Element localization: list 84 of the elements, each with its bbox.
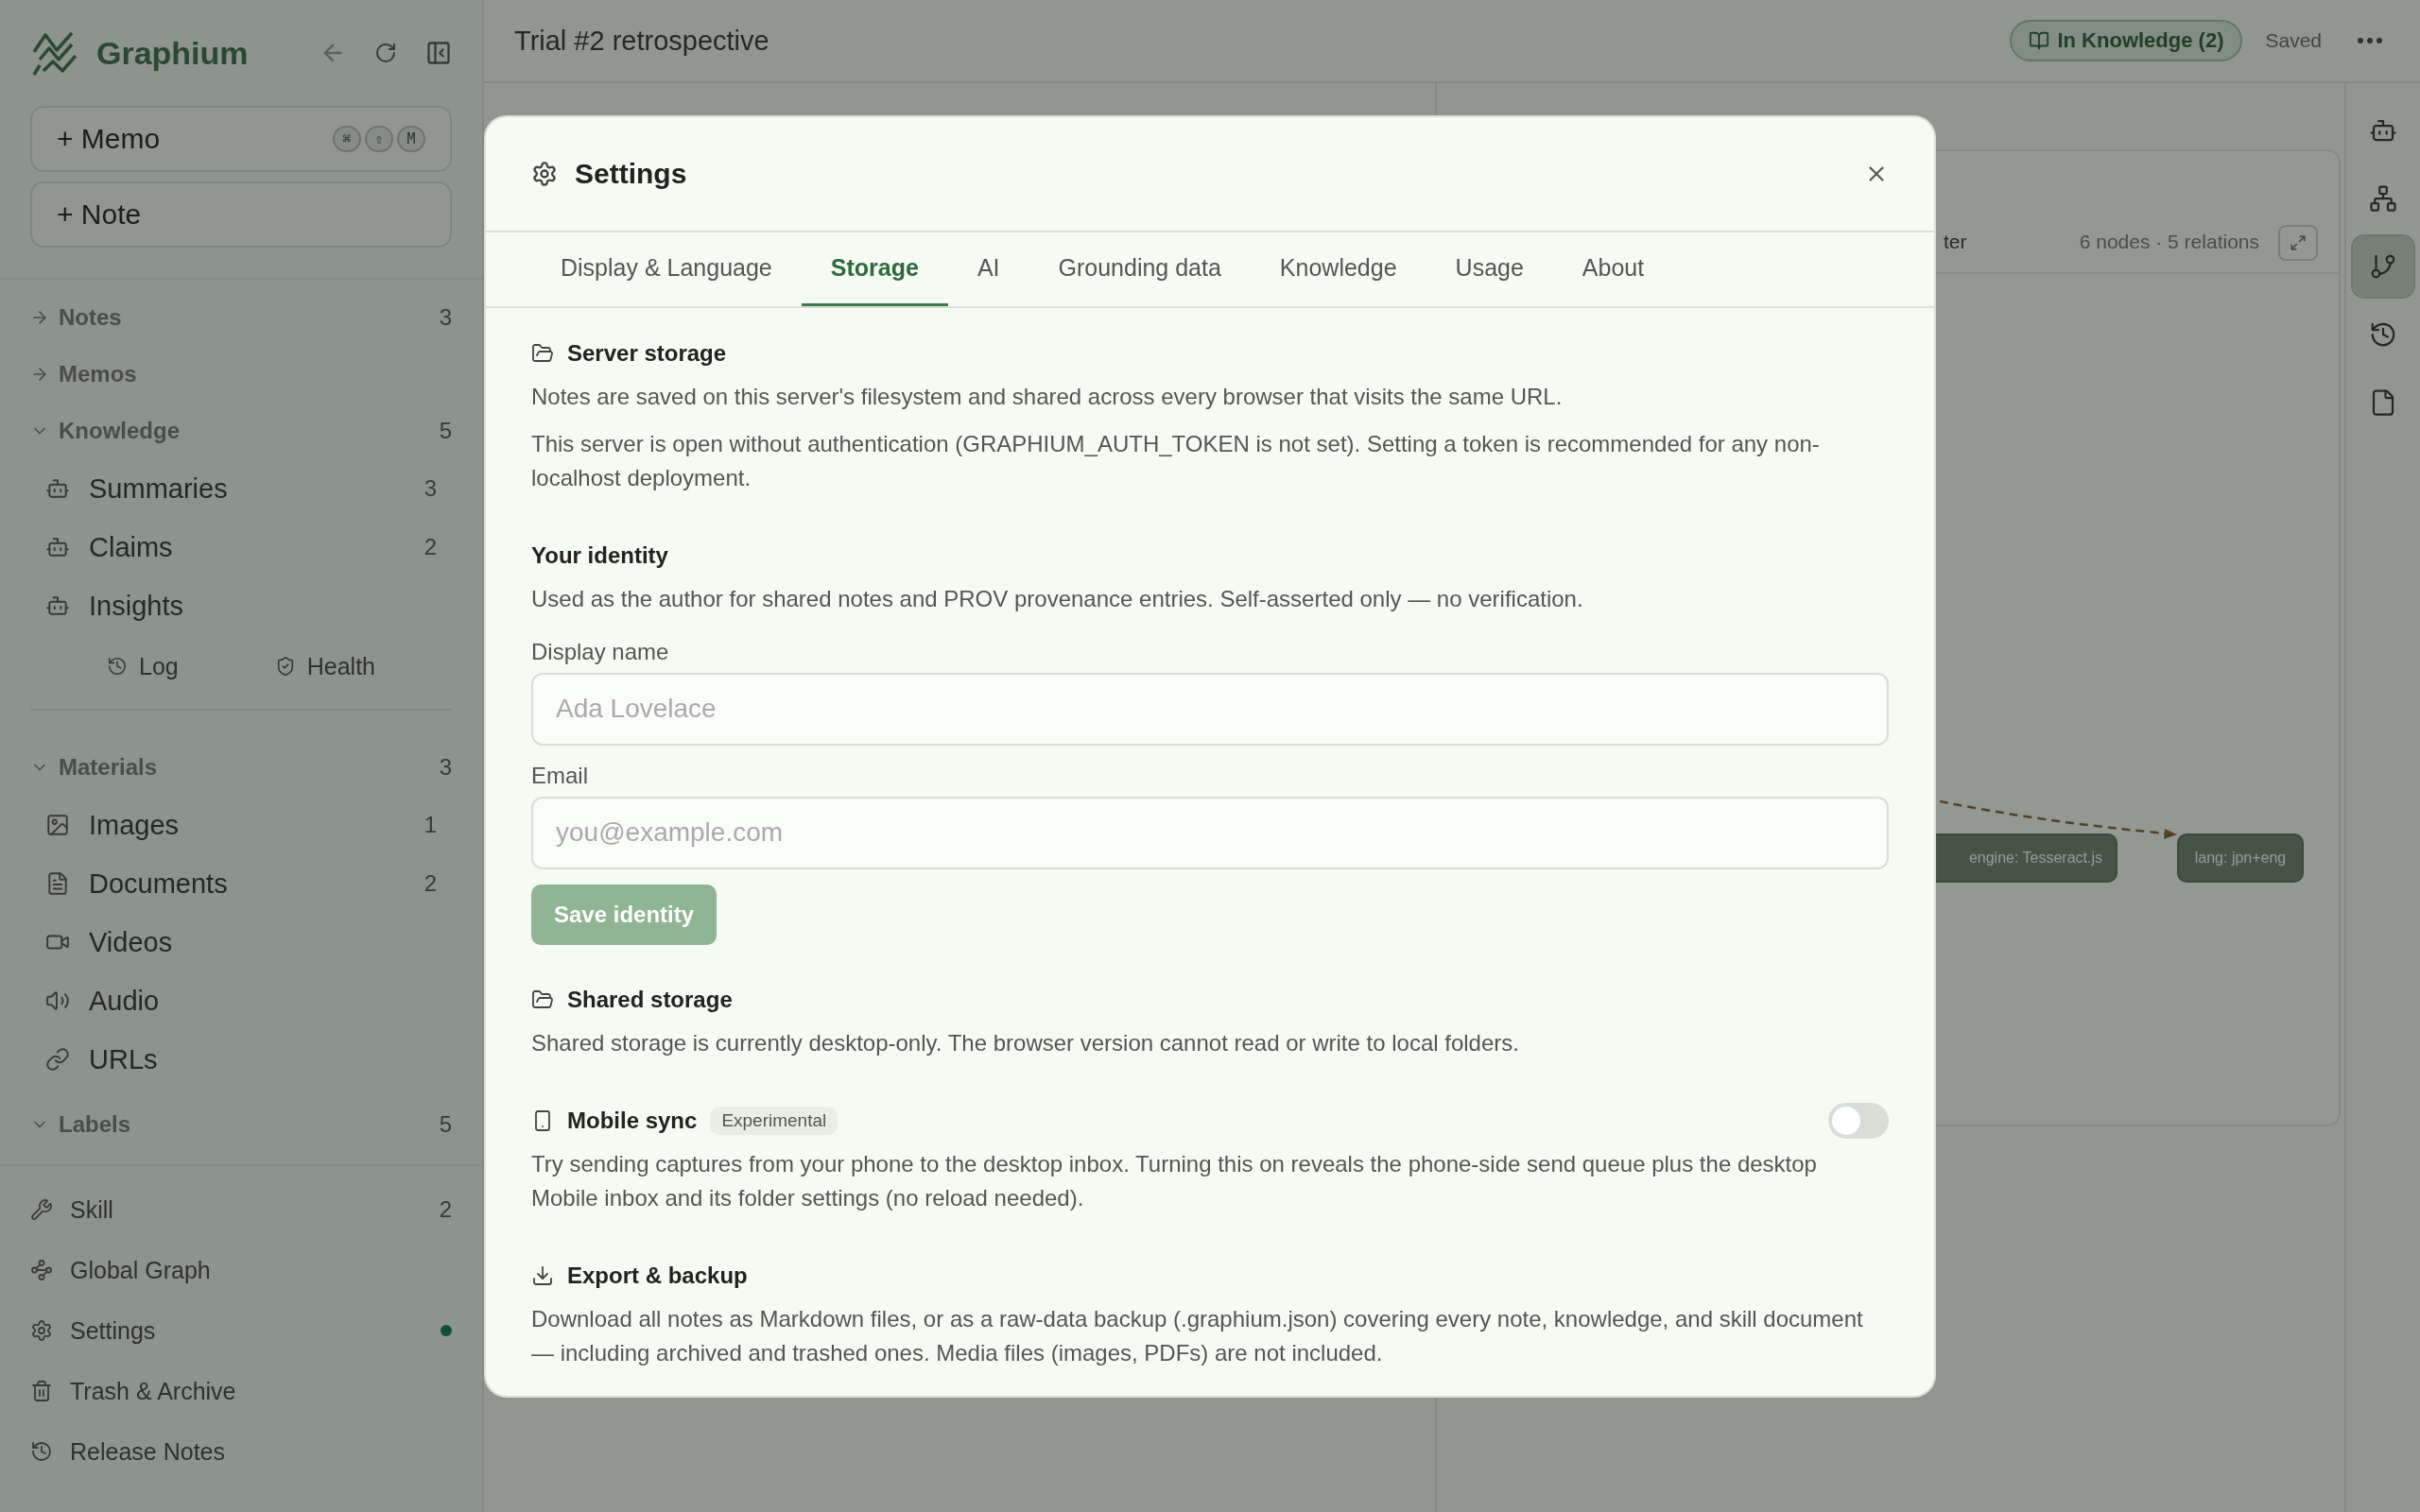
sidebar-item[interactable]: Global Graph: [30, 1240, 452, 1300]
refresh-button[interactable]: [374, 42, 397, 64]
sidebar-link[interactable]: Health: [268, 651, 381, 681]
image-icon: [45, 813, 70, 837]
sidebar-link[interactable]: Log: [101, 651, 184, 681]
settings-tab[interactable]: Display & Language: [531, 232, 802, 306]
experimental-tag: Experimental: [710, 1106, 838, 1135]
section-header[interactable]: Notes 3: [30, 289, 452, 346]
graph-stats: 6 nodes · 5 relations: [2079, 231, 2259, 254]
section-title: Export & backup: [567, 1262, 748, 1289]
section-header[interactable]: Knowledge 5: [30, 403, 452, 459]
section-title: Shared storage: [567, 986, 733, 1013]
field-label: Email: [531, 762, 589, 789]
shortcut-key: M: [397, 126, 425, 152]
sidebar-item[interactable]: Summaries 3: [30, 459, 452, 518]
book-icon: [2029, 30, 2050, 51]
bot-icon: [45, 593, 70, 618]
folder-icon: [531, 341, 554, 365]
description-text: Notes are saved on this server's filesystem and shared across every browser that visits the same URL.: [531, 382, 1564, 411]
description-text: Used as the author for shared notes and PROV provenance entries. Self-asserted only — no verification.: [531, 584, 1584, 613]
bot-icon: [45, 476, 70, 501]
shortcut-key: ⌘: [333, 126, 361, 152]
sidebar-item[interactable]: Documents 2: [30, 854, 452, 913]
branch-glyph: [2369, 252, 2397, 281]
new-item-button[interactable]: + Note: [30, 181, 452, 248]
trash-icon: [30, 1380, 53, 1402]
link-icon: [45, 1047, 70, 1072]
history-icon: [107, 656, 128, 677]
wrench-icon: [30, 1198, 53, 1221]
page-title: Trial #2 retrospective: [514, 25, 770, 57]
settings-icon: [30, 1319, 53, 1342]
download-icon: [531, 1263, 554, 1287]
graph-node[interactable]: lang: jpn+eng: [2177, 833, 2304, 883]
description-text: Try sending captures from your phone to the desktop inbox. Turning this on reveals the phone-side send queue plus the desktop Mobile inbox and its folder settings (no reload needed).: [531, 1149, 1818, 1212]
folder-icon: [531, 988, 554, 1011]
more-button[interactable]: [2358, 38, 2382, 43]
document-icon: [45, 871, 70, 896]
branch-icon[interactable]: [2353, 236, 2413, 297]
section-title: Mobile sync: [567, 1107, 698, 1134]
brand-name: Graphium: [96, 34, 250, 72]
sidebar-item[interactable]: Insights: [30, 576, 452, 635]
hierarchy-glyph: [2369, 184, 2397, 213]
sidebar-item[interactable]: Audio: [30, 971, 452, 1030]
section-header[interactable]: Labels 5: [30, 1096, 452, 1153]
audio-icon: [45, 988, 70, 1013]
collapse-sidebar-button[interactable]: [425, 40, 452, 66]
save-status: Saved: [2265, 29, 2322, 52]
knowledge-badge[interactable]: In Knowledge (2): [2010, 20, 2243, 61]
shortcut-key: ⇧: [365, 126, 393, 152]
graph-icon: [30, 1259, 53, 1281]
sidebar-item[interactable]: Settings: [30, 1300, 452, 1361]
filter-text: ter: [1944, 231, 1968, 254]
sidebar-item[interactable]: Release Notes: [30, 1421, 452, 1482]
input-field[interactable]: you@example.com: [531, 796, 1889, 869]
toggle-switch[interactable]: [1828, 1102, 1889, 1139]
bot-icon: [45, 535, 70, 559]
section-header[interactable]: Materials 3: [30, 739, 452, 796]
section-title: Server storage: [567, 339, 727, 367]
new-item-button[interactable]: + Memo ⌘ ⇧ M: [30, 106, 452, 172]
settings-tab[interactable]: Grounding data: [1028, 232, 1251, 306]
sidebar-item[interactable]: URLs: [30, 1030, 452, 1089]
sidebar-item[interactable]: Claims 2: [30, 518, 452, 576]
description-text: Shared storage is currently desktop-only. The browser version cannot read or write to local folders.: [531, 1028, 1520, 1057]
gear-icon: [531, 160, 558, 187]
input-field[interactable]: Ada Lovelace: [531, 672, 1889, 746]
field-label: Display name: [531, 638, 670, 665]
sidebar-item[interactable]: Skill 2: [30, 1179, 452, 1240]
history-icon: [30, 1440, 53, 1463]
more-icon: [2358, 38, 2382, 43]
sidebar-item[interactable]: Videos: [30, 913, 452, 971]
description-text: Download all notes as Markdown files, or as a raw-data backup (.graphium.json) covering every note, knowledge, and skill document — including archived and trashed ones. Media files (images, PDFs) are not included.: [531, 1304, 1864, 1367]
dialog-title: Settings: [575, 157, 688, 190]
sidebar-item[interactable]: Trash & Archive: [30, 1361, 452, 1421]
section-title: Your identity: [531, 541, 668, 569]
description-text: This server is open without authentication (GRAPHIUM_AUTH_TOKEN is not set). Setting a token is recommended for any non-localhost deployment.: [531, 429, 1821, 492]
section-header[interactable]: Memos: [30, 346, 452, 403]
settings-tab[interactable]: Knowledge: [1250, 232, 1426, 306]
settings-tab[interactable]: AI: [947, 232, 1029, 306]
sidebar-item[interactable]: Images 1: [30, 796, 452, 854]
expand-icon: [2290, 234, 2307, 251]
settings-tab[interactable]: Storage: [801, 232, 948, 306]
settings-tab[interactable]: Usage: [1426, 232, 1553, 306]
settings-tab[interactable]: About: [1552, 232, 1674, 306]
history-glyph: [2369, 320, 2397, 349]
